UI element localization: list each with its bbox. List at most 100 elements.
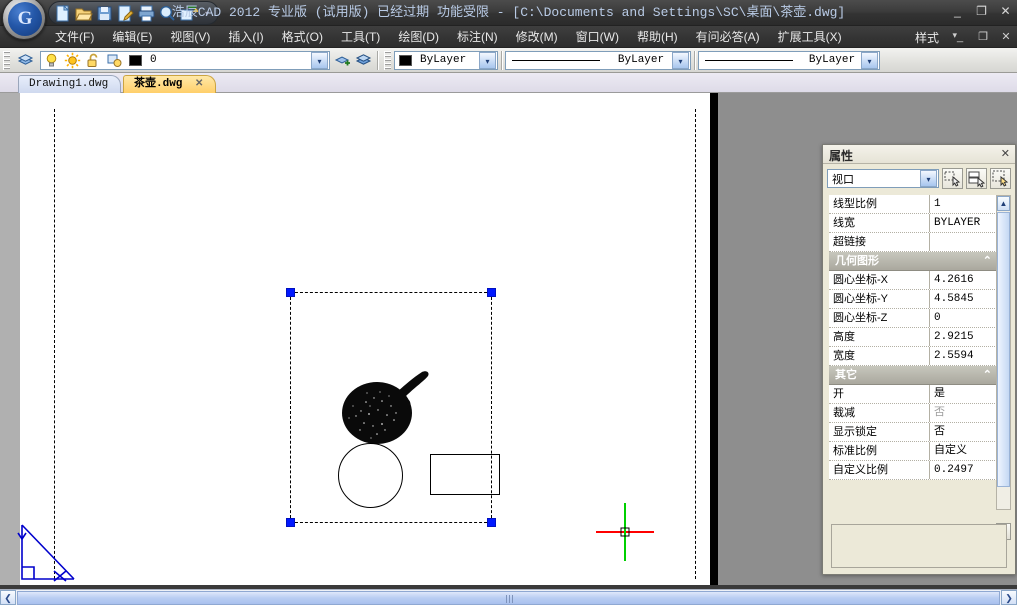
- menu-draw[interactable]: 绘图(D): [389, 26, 448, 47]
- lineweight-combo[interactable]: ByLayer ▾: [698, 51, 880, 70]
- property-value[interactable]: 0.2497: [930, 461, 997, 479]
- doc-minimize-button[interactable]: _: [953, 30, 967, 44]
- close-button[interactable]: ✕: [998, 4, 1013, 19]
- chevron-up-icon[interactable]: ⌃: [983, 366, 992, 385]
- select-objects-icon[interactable]: [966, 168, 987, 189]
- print-preview-icon[interactable]: [158, 4, 177, 23]
- layer-states-icon[interactable]: [334, 52, 351, 69]
- publish-icon[interactable]: [179, 4, 198, 23]
- property-row[interactable]: 显示锁定否: [829, 423, 997, 442]
- menu-express[interactable]: 扩展工具(X): [769, 26, 851, 47]
- doc-restore-button[interactable]: ❐: [976, 30, 990, 44]
- lineweight-dropdown-icon[interactable]: ▾: [861, 52, 878, 69]
- grip-top-left[interactable]: [286, 288, 295, 297]
- property-row[interactable]: 圆心坐标-Y4.5845: [829, 290, 997, 309]
- layer-dropdown-icon[interactable]: ▾: [311, 52, 328, 69]
- app-logo-icon: G: [8, 2, 42, 36]
- linetype-dropdown-icon[interactable]: ▾: [672, 52, 689, 69]
- property-row[interactable]: 裁减否: [829, 404, 997, 423]
- property-value[interactable]: [930, 233, 997, 251]
- menu-window[interactable]: 窗口(W): [567, 26, 628, 47]
- grip-bottom-left[interactable]: [286, 518, 295, 527]
- chevron-up-icon[interactable]: ⌃: [983, 252, 992, 271]
- restore-button[interactable]: ❐: [974, 4, 989, 19]
- property-row[interactable]: 线宽BYLAYER: [829, 214, 997, 233]
- properties-palette[interactable]: 属性 ✕ 视口 ▾ 线型比例1线宽BYLAYER超链接几何图形⌃圆心坐标-X4.…: [822, 144, 1016, 575]
- toolbar-grip[interactable]: [3, 51, 10, 70]
- property-row[interactable]: 线型比例1: [829, 195, 997, 214]
- quick-select-icon[interactable]: [942, 168, 963, 189]
- property-value[interactable]: 否: [930, 423, 997, 441]
- property-value[interactable]: 否: [930, 404, 997, 422]
- tab-drawing1[interactable]: Drawing1.dwg: [18, 75, 121, 93]
- menu-modify[interactable]: 修改(M): [507, 26, 567, 47]
- unlock-icon[interactable]: [85, 52, 102, 69]
- horizontal-scrollbar[interactable]: ❮ ❯: [0, 589, 1017, 605]
- property-row[interactable]: 超链接: [829, 233, 997, 252]
- color-combo[interactable]: ByLayer ▾: [394, 51, 498, 70]
- menu-edit[interactable]: 编辑(E): [103, 26, 161, 47]
- property-value[interactable]: 2.9215: [930, 328, 997, 346]
- property-row[interactable]: 标准比例自定义: [829, 442, 997, 461]
- pickadd-icon[interactable]: [990, 168, 1011, 189]
- menu-faq[interactable]: 有问必答(A): [687, 26, 769, 47]
- layer-manager-icon[interactable]: [17, 52, 34, 69]
- color-dropdown-icon[interactable]: ▾: [479, 52, 496, 69]
- teapot-3d-object[interactable]: [336, 368, 436, 446]
- layer-previous-icon[interactable]: [355, 52, 372, 69]
- tab-chahu[interactable]: 茶壶.dwg ✕: [123, 75, 216, 93]
- open-file-icon[interactable]: [74, 4, 93, 23]
- menu-format[interactable]: 格式(O): [273, 26, 332, 47]
- property-value[interactable]: 是: [930, 385, 997, 403]
- menu-insert[interactable]: 插入(I): [219, 26, 272, 47]
- properties-scrollbar[interactable]: ▲: [996, 195, 1011, 510]
- property-value[interactable]: 2.5594: [930, 347, 997, 365]
- grip-bottom-right[interactable]: [487, 518, 496, 527]
- toolbar-grip-2[interactable]: [384, 51, 391, 70]
- save-file-icon[interactable]: [95, 4, 114, 23]
- property-value[interactable]: 1: [930, 195, 997, 213]
- property-value[interactable]: 0: [930, 309, 997, 327]
- property-group-header[interactable]: 其它 ⌃: [829, 366, 997, 385]
- property-value[interactable]: 4.5845: [930, 290, 997, 308]
- doc-close-button[interactable]: ✕: [999, 30, 1013, 44]
- scrollbar-thumb[interactable]: [997, 212, 1010, 487]
- grip-top-right[interactable]: [487, 288, 496, 297]
- circle-object[interactable]: [338, 443, 403, 508]
- bulb-icon[interactable]: [43, 52, 60, 69]
- print-icon[interactable]: [137, 4, 156, 23]
- property-row[interactable]: 圆心坐标-Z0: [829, 309, 997, 328]
- menu-dimension[interactable]: 标注(N): [448, 26, 507, 47]
- property-row[interactable]: 圆心坐标-X4.2616: [829, 271, 997, 290]
- scroll-right-button[interactable]: ❯: [1001, 590, 1017, 605]
- object-type-dropdown-icon[interactable]: ▾: [920, 170, 937, 187]
- property-row[interactable]: 自定义比例0.2497: [829, 461, 997, 480]
- freeze-vp-icon[interactable]: [106, 52, 123, 69]
- close-icon[interactable]: ✕: [1001, 147, 1010, 160]
- property-group-label: 其它: [835, 369, 857, 381]
- new-file-icon[interactable]: [53, 4, 72, 23]
- menu-file[interactable]: 文件(F): [46, 26, 103, 47]
- minimize-button[interactable]: _: [950, 4, 965, 19]
- rectangle-object[interactable]: [430, 454, 500, 495]
- menu-view[interactable]: 视图(V): [161, 26, 219, 47]
- property-value[interactable]: 4.2616: [930, 271, 997, 289]
- hscroll-thumb[interactable]: [17, 591, 1000, 605]
- property-value[interactable]: 自定义: [930, 442, 997, 460]
- sun-icon[interactable]: [64, 52, 81, 69]
- property-group-header[interactable]: 几何图形⌃: [829, 252, 997, 271]
- layer-combo[interactable]: 0 ▾: [40, 51, 330, 70]
- linetype-combo[interactable]: ByLayer ▾: [505, 51, 691, 70]
- scroll-up-button[interactable]: ▲: [997, 196, 1010, 211]
- property-row[interactable]: 宽度2.5594: [829, 347, 997, 366]
- property-value[interactable]: BYLAYER: [930, 214, 997, 232]
- save-as-icon[interactable]: [116, 4, 135, 23]
- property-row[interactable]: 高度2.9215: [829, 328, 997, 347]
- qat-overflow-icon[interactable]: ▾: [200, 4, 214, 23]
- scroll-left-button[interactable]: ❮: [0, 590, 16, 605]
- menu-tools[interactable]: 工具(T): [332, 26, 389, 47]
- property-row[interactable]: 开是: [829, 385, 997, 404]
- object-type-combo[interactable]: 视口 ▾: [827, 169, 939, 188]
- close-icon[interactable]: ✕: [195, 79, 203, 90]
- menu-help[interactable]: 帮助(H): [628, 26, 687, 47]
